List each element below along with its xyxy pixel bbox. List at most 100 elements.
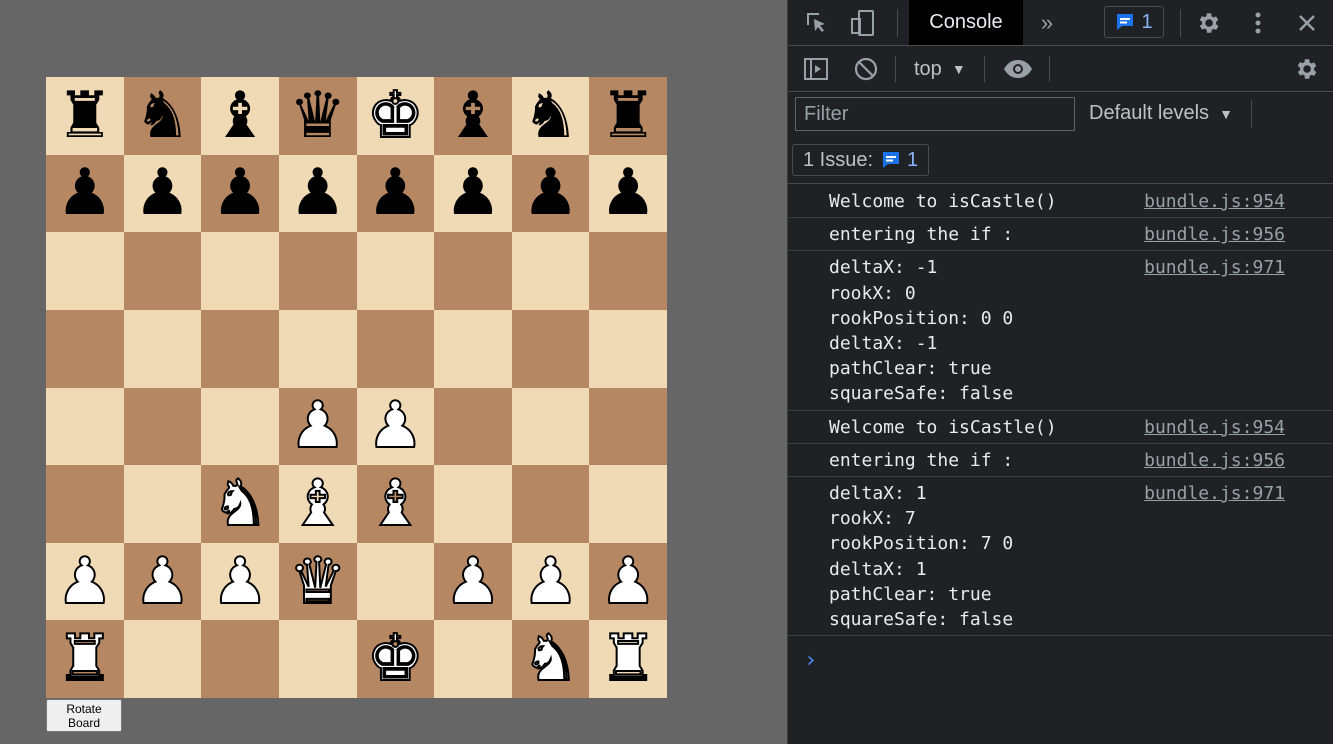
board-square[interactable]: ♟ [46,154,124,233]
board-square[interactable] [356,542,435,621]
board-square[interactable]: ♜ [589,620,667,698]
settings-icon[interactable] [1194,9,1222,37]
white-pawn-icon[interactable]: ♟ [598,549,657,615]
board-square[interactable]: ♜ [589,77,667,155]
board-square[interactable] [589,465,667,543]
black-pawn-icon[interactable]: ♟ [211,161,268,225]
board-square[interactable]: ♟ [511,154,590,233]
white-pawn-icon[interactable]: ♟ [288,393,347,459]
board-square[interactable]: ♟ [434,542,512,621]
white-pawn-icon[interactable]: ♟ [443,549,502,615]
board-square[interactable]: ♞ [511,77,590,155]
white-pawn-icon[interactable]: ♟ [210,549,269,615]
white-pawn-icon[interactable]: ♟ [521,549,580,615]
black-pawn-icon[interactable]: ♟ [289,161,346,225]
board-square[interactable]: ♞ [123,77,202,155]
board-square[interactable] [511,232,590,310]
white-rook-icon[interactable]: ♜ [598,626,657,692]
device-toolbar-icon[interactable] [848,9,878,37]
board-square[interactable] [511,465,590,543]
white-queen-icon[interactable]: ♛ [288,549,347,615]
board-square[interactable]: ♜ [46,77,124,155]
board-square[interactable]: ♟ [201,154,279,233]
board-square[interactable] [278,232,357,310]
board-square[interactable]: ♚ [356,620,435,698]
live-expression-eye-icon[interactable] [1002,56,1034,82]
board-square[interactable]: ♝ [356,465,435,543]
board-square[interactable] [434,620,512,698]
board-square[interactable] [123,309,202,388]
board-square[interactable] [434,387,512,466]
white-pawn-icon[interactable]: ♟ [366,393,425,459]
sidebar-toggle-icon[interactable] [802,56,830,82]
black-rook-icon[interactable]: ♜ [600,84,657,148]
board-square[interactable] [511,309,590,388]
black-bishop-icon[interactable]: ♝ [211,84,268,148]
clear-console-icon[interactable] [852,56,880,82]
board-square[interactable] [434,465,512,543]
white-king-icon[interactable]: ♚ [366,626,425,692]
black-pawn-icon[interactable]: ♟ [600,161,657,225]
board-square[interactable]: ♞ [201,465,279,543]
board-square[interactable]: ♞ [511,620,590,698]
tab-console[interactable]: Console [909,0,1023,45]
board-square[interactable]: ♟ [123,154,202,233]
board-square[interactable] [356,309,435,388]
board-square[interactable]: ♝ [278,465,357,543]
white-rook-icon[interactable]: ♜ [55,626,114,692]
board-square[interactable] [589,309,667,388]
board-square[interactable] [589,232,667,310]
board-square[interactable]: ♟ [511,542,590,621]
filter-input[interactable] [795,97,1075,131]
board-square[interactable]: ♝ [434,77,512,155]
board-square[interactable] [46,309,124,388]
board-square[interactable] [46,465,124,543]
black-pawn-icon[interactable]: ♟ [522,161,579,225]
board-square[interactable] [589,387,667,466]
board-square[interactable]: ♟ [356,154,435,233]
black-queen-icon[interactable]: ♛ [289,84,346,148]
black-pawn-icon[interactable]: ♟ [367,161,424,225]
black-king-icon[interactable]: ♚ [366,83,425,149]
board-square[interactable]: ♟ [123,542,202,621]
board-square[interactable] [434,232,512,310]
black-pawn-icon[interactable]: ♟ [134,161,191,225]
board-square[interactable] [46,387,124,466]
board-square[interactable] [201,232,279,310]
board-square[interactable] [201,387,279,466]
white-knight-icon[interactable]: ♞ [521,626,580,692]
context-selector[interactable]: top ▼ [914,54,966,84]
board-square[interactable]: ♟ [356,387,435,466]
board-square[interactable]: ♛ [278,77,357,155]
board-square[interactable]: ♟ [589,542,667,621]
source-link[interactable]: bundle.js:971 [1144,481,1285,506]
board-square[interactable] [278,620,357,698]
board-square[interactable] [356,232,435,310]
white-pawn-icon[interactable]: ♟ [133,549,192,615]
board-square[interactable]: ♟ [46,542,124,621]
issues-button[interactable]: 1 Issue: 1 [792,144,930,176]
board-square[interactable] [123,387,202,466]
white-knight-icon[interactable]: ♞ [210,471,269,537]
board-square[interactable]: ♝ [201,77,279,155]
board-square[interactable] [511,387,590,466]
source-link[interactable]: bundle.js:956 [1144,222,1285,247]
board-square[interactable]: ♟ [278,387,357,466]
board-square[interactable] [123,620,202,698]
source-link[interactable]: bundle.js:954 [1144,415,1285,440]
board-square[interactable]: ♜ [46,620,124,698]
more-tabs-icon[interactable]: » [1034,10,1060,36]
source-link[interactable]: bundle.js:971 [1144,255,1285,280]
log-levels-dropdown[interactable]: Default levels ▼ [1089,102,1233,125]
board-square[interactable]: ♟ [278,154,357,233]
black-rook-icon[interactable]: ♜ [56,84,113,148]
black-pawn-icon[interactable]: ♟ [444,161,501,225]
black-pawn-icon[interactable]: ♟ [56,161,113,225]
board-square[interactable]: ♟ [589,154,667,233]
inspect-element-icon[interactable] [802,9,832,37]
white-bishop-icon[interactable]: ♝ [366,471,425,537]
console-prompt-icon[interactable]: › [804,648,817,673]
close-icon[interactable] [1293,9,1321,37]
board-square[interactable] [201,620,279,698]
black-bishop-icon[interactable]: ♝ [444,84,501,148]
